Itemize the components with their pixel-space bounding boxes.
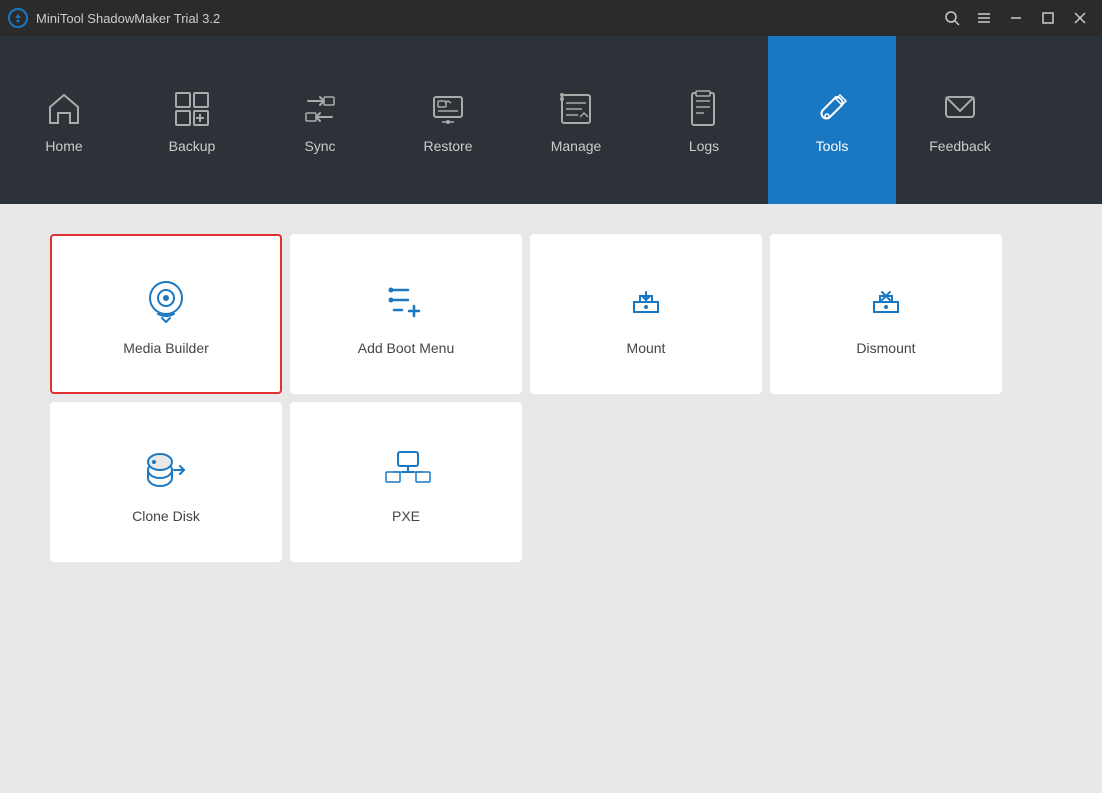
nav-tools-label: Tools xyxy=(816,138,849,154)
navbar: Home Backup Sync xyxy=(0,36,1102,204)
pxe-label: PXE xyxy=(392,508,420,524)
tool-clone-disk[interactable]: Clone Disk xyxy=(50,402,282,562)
logs-icon xyxy=(681,86,727,132)
maximize-button[interactable] xyxy=(1034,4,1062,32)
restore-icon xyxy=(425,86,471,132)
nav-manage[interactable]: Manage xyxy=(512,36,640,204)
add-boot-menu-label: Add Boot Menu xyxy=(358,340,455,356)
app-title: MiniTool ShadowMaker Trial 3.2 xyxy=(36,11,938,26)
titlebar: MiniTool ShadowMaker Trial 3.2 xyxy=(0,0,1102,36)
tool-add-boot-menu[interactable]: Add Boot Menu xyxy=(290,234,522,394)
tool-row-1: Media Builder Add Boot Menu xyxy=(50,234,1052,394)
nav-restore[interactable]: Restore xyxy=(384,36,512,204)
nav-home-label: Home xyxy=(45,138,82,154)
nav-sync-label: Sync xyxy=(304,138,335,154)
search-button[interactable] xyxy=(938,4,966,32)
add-boot-menu-icon xyxy=(378,272,434,328)
media-builder-icon xyxy=(138,272,194,328)
clone-disk-icon xyxy=(138,440,194,496)
mount-icon xyxy=(618,272,674,328)
tool-mount[interactable]: Mount xyxy=(530,234,762,394)
nav-manage-label: Manage xyxy=(551,138,602,154)
tool-dismount[interactable]: Dismount xyxy=(770,234,1002,394)
nav-feedback[interactable]: Feedback xyxy=(896,36,1024,204)
nav-tools[interactable]: Tools xyxy=(768,36,896,204)
nav-logs[interactable]: Logs xyxy=(640,36,768,204)
nav-logs-label: Logs xyxy=(689,138,719,154)
home-icon xyxy=(41,86,87,132)
manage-icon xyxy=(553,86,599,132)
feedback-icon xyxy=(937,86,983,132)
minimize-button[interactable] xyxy=(1002,4,1030,32)
mount-label: Mount xyxy=(627,340,666,356)
backup-icon xyxy=(169,86,215,132)
pxe-icon xyxy=(378,440,434,496)
dismount-label: Dismount xyxy=(856,340,915,356)
nav-feedback-label: Feedback xyxy=(929,138,990,154)
menu-button[interactable] xyxy=(970,4,998,32)
nav-restore-label: Restore xyxy=(423,138,472,154)
clone-disk-label: Clone Disk xyxy=(132,508,200,524)
tool-media-builder[interactable]: Media Builder xyxy=(50,234,282,394)
nav-home[interactable]: Home xyxy=(0,36,128,204)
tools-icon xyxy=(809,86,855,132)
app-logo xyxy=(8,8,28,28)
nav-sync[interactable]: Sync xyxy=(256,36,384,204)
main-content: Media Builder Add Boot Menu xyxy=(0,204,1102,793)
dismount-icon xyxy=(858,272,914,328)
sync-icon xyxy=(297,86,343,132)
nav-backup-label: Backup xyxy=(169,138,216,154)
media-builder-label: Media Builder xyxy=(123,340,209,356)
nav-backup[interactable]: Backup xyxy=(128,36,256,204)
tool-row-2: Clone Disk xyxy=(50,402,1052,562)
tool-grid: Media Builder Add Boot Menu xyxy=(50,234,1052,562)
close-button[interactable] xyxy=(1066,4,1094,32)
tool-pxe[interactable]: PXE xyxy=(290,402,522,562)
window-controls xyxy=(938,4,1094,32)
